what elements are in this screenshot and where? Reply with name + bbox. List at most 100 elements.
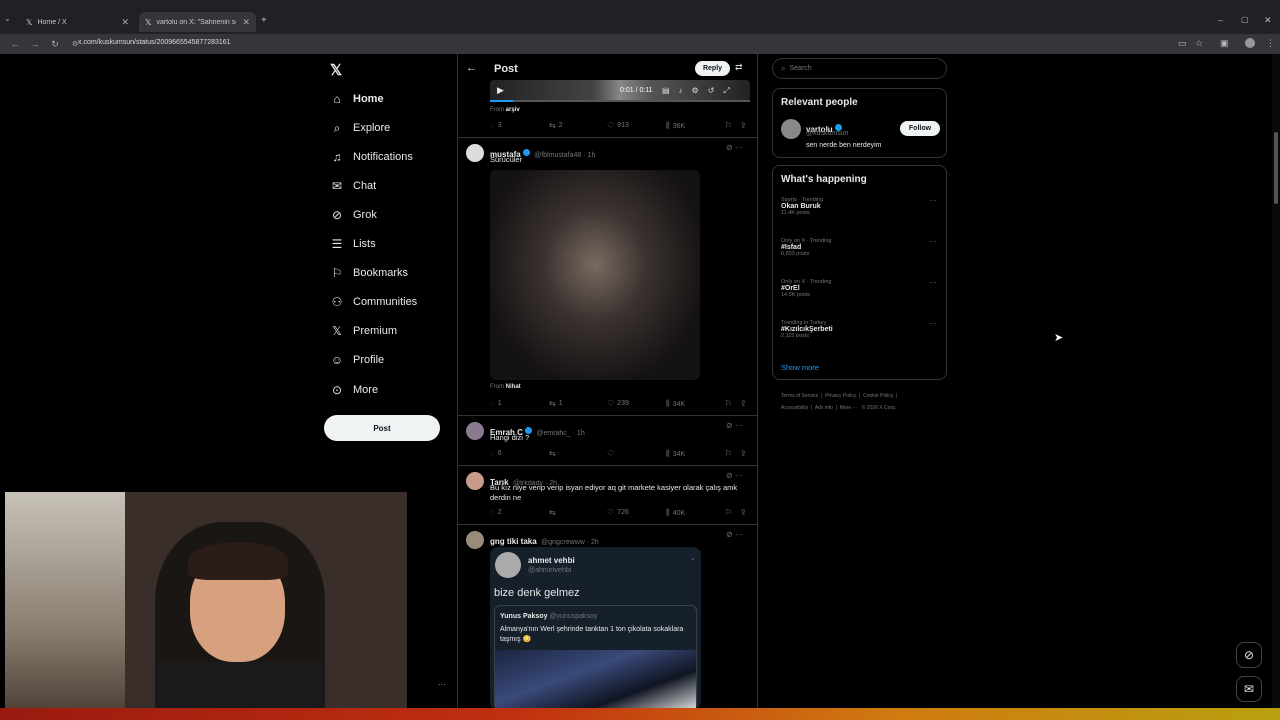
- like-count[interactable]: ♡: [607, 449, 617, 458]
- more-icon[interactable]: ···: [929, 237, 937, 246]
- reply-count[interactable]: ◌ 3: [490, 121, 502, 130]
- sidebar-item-bookmarks[interactable]: ⚐ Bookmarks: [330, 263, 408, 283]
- avatar[interactable]: [466, 472, 484, 490]
- sidebar-item-lists[interactable]: ☰ Lists: [330, 234, 376, 254]
- profile-avatar[interactable]: [1245, 38, 1255, 48]
- bookmark-action[interactable]: ⚐: [725, 449, 735, 458]
- footer-link[interactable]: Terms of Service: [781, 393, 818, 399]
- close-tab-icon[interactable]: ✕: [242, 17, 250, 28]
- grok-float-button[interactable]: ⊘: [1236, 642, 1262, 668]
- extensions-icon[interactable]: ▣: [1220, 38, 1229, 49]
- forward-icon[interactable]: →: [30, 39, 40, 49]
- sidebar-item-notifications[interactable]: ♫ Notifications: [330, 147, 413, 167]
- user-handle[interactable]: @gngcrewww · 2h: [541, 539, 599, 546]
- share-action[interactable]: ⇪: [740, 449, 750, 458]
- footer-link[interactable]: More ···: [840, 405, 858, 411]
- sidebar-item-label: Profile: [353, 354, 385, 366]
- search-input[interactable]: ⌕ Search: [772, 58, 947, 79]
- back-arrow-icon[interactable]: ←: [466, 62, 477, 74]
- sidebar-item-profile[interactable]: ☺ Profile: [330, 350, 384, 370]
- follow-button[interactable]: Follow: [900, 121, 940, 136]
- grok-action-icon[interactable]: ⊘ ···: [726, 530, 743, 539]
- footer-link[interactable]: Accessibility: [781, 405, 808, 411]
- repost-count[interactable]: ⇆: [549, 508, 559, 517]
- more-icon[interactable]: ···: [929, 278, 937, 287]
- reply-count[interactable]: ◌ 2: [490, 508, 502, 517]
- trend-item[interactable]: Sports · Trending Okan Buruk 11.4K posts…: [781, 196, 941, 216]
- grok-action-icon[interactable]: ⊘ ···: [726, 471, 743, 480]
- reply-button[interactable]: Reply: [695, 61, 730, 76]
- video-progress-track[interactable]: [490, 100, 750, 102]
- share-action[interactable]: ⇪: [740, 508, 750, 517]
- scrollbar[interactable]: [1272, 54, 1280, 720]
- trend-item[interactable]: Only on X · Trending #OrEl 14.5K posts ·…: [781, 278, 941, 298]
- bookmark-action[interactable]: ⚐: [725, 121, 735, 130]
- play-icon[interactable]: ▶: [497, 85, 504, 96]
- sidebar-item-home[interactable]: ⌂ Home: [330, 89, 383, 109]
- video-controls[interactable]: ▤♪⚙↺⤢: [662, 86, 739, 96]
- more-icon[interactable]: ···: [929, 319, 937, 328]
- repost-count[interactable]: ⇆ 2: [549, 121, 563, 130]
- reply-count[interactable]: ◌ 6: [490, 449, 502, 458]
- view-count[interactable]: ⫼ 34K: [666, 399, 685, 409]
- reply-image[interactable]: [490, 170, 700, 380]
- user-handle[interactable]: @fblmustafa48 · 1h: [534, 152, 595, 159]
- bookmark-action[interactable]: ⚐: [725, 508, 735, 517]
- show-more-link[interactable]: Show more: [781, 363, 819, 372]
- messages-float-button[interactable]: ✉: [1236, 676, 1262, 702]
- avatar[interactable]: [466, 144, 484, 162]
- like-count[interactable]: ♡ 913: [607, 121, 629, 130]
- share-action[interactable]: ⇪: [740, 121, 750, 130]
- sidebar-item-premium[interactable]: 𝕏 Premium: [330, 321, 397, 341]
- minimize-icon[interactable]: –: [1218, 15, 1223, 25]
- sidebar-item-explore[interactable]: ⌕ Explore: [330, 118, 391, 138]
- bookmark-action[interactable]: ⚐: [725, 399, 735, 408]
- tab-post[interactable]: 𝕏 vartolu on X: "Sahnenin so... ✕: [139, 12, 256, 32]
- share-action[interactable]: ⇪: [740, 399, 750, 408]
- grok-action-icon[interactable]: ⊘ ···: [726, 421, 743, 430]
- avatar[interactable]: [466, 422, 484, 440]
- post-button[interactable]: Post: [324, 415, 440, 441]
- repost-count[interactable]: ⇆ 1: [549, 399, 563, 408]
- reload-icon[interactable]: ↻: [50, 39, 60, 50]
- avatar[interactable]: [781, 119, 801, 139]
- settings-icon[interactable]: ⇄: [735, 62, 743, 73]
- star-icon[interactable]: ☆: [1195, 38, 1203, 49]
- trend-item[interactable]: Trending in Turkey #KızılcıkŞerbeti 2,11…: [781, 319, 941, 339]
- footer-link[interactable]: Ads info: [815, 405, 833, 411]
- sidebar-item-chat[interactable]: ✉ Chat: [330, 176, 376, 196]
- repost-count[interactable]: ⇆: [549, 449, 559, 458]
- sidebar-item-communities[interactable]: ⚇ Communities: [330, 292, 418, 312]
- cast-icon[interactable]: ▭: [1178, 38, 1187, 49]
- view-count[interactable]: ⫼ 40K: [666, 508, 685, 518]
- footer-link[interactable]: Cookie Policy: [863, 393, 893, 399]
- back-icon[interactable]: ←: [10, 39, 20, 49]
- sidebar-item-more[interactable]: ⊙ More: [330, 380, 378, 400]
- tab-home[interactable]: 𝕏 Home / X ✕: [20, 12, 135, 32]
- view-count[interactable]: ⫼ 36K: [666, 121, 685, 131]
- user-name[interactable]: gng tiki taka: [490, 537, 537, 546]
- quoted-tweet-image[interactable]: ahmet vehbi @ahmetvehbi ⌄ bize denk gelm…: [490, 547, 701, 710]
- new-tab-icon[interactable]: +: [261, 15, 267, 26]
- footer-link[interactable]: Privacy Policy: [825, 393, 856, 399]
- x-logo[interactable]: 𝕏: [330, 61, 342, 79]
- account-menu-icon[interactable]: ···: [438, 680, 446, 689]
- trend-item[interactable]: Only on X · Trending #Isfad 6,603 posts …: [781, 237, 941, 257]
- like-count[interactable]: ♡ 726: [607, 508, 629, 517]
- reply-count[interactable]: ◌ 1: [490, 399, 502, 408]
- scrollbar-thumb[interactable]: [1274, 132, 1278, 204]
- menu-icon[interactable]: ⋮: [1266, 38, 1275, 49]
- close-tab-icon[interactable]: ✕: [121, 17, 129, 28]
- avatar[interactable]: [466, 531, 484, 549]
- view-count[interactable]: ⫼ 34K: [666, 449, 685, 459]
- tab-menu-icon[interactable]: ⌄: [4, 14, 11, 23]
- sidebar-item-grok[interactable]: ⊘ Grok: [330, 205, 377, 225]
- url-field[interactable]: x.com/kuskumsun/status/20096655458772831…: [78, 39, 231, 46]
- close-window-icon[interactable]: ✕: [1264, 15, 1272, 26]
- grok-action-icon[interactable]: ⊘ ···: [726, 143, 743, 152]
- more-icon[interactable]: ···: [929, 196, 937, 205]
- like-count[interactable]: ♡ 239: [607, 399, 629, 408]
- maximize-icon[interactable]: ▢: [1241, 15, 1249, 24]
- user-handle[interactable]: @emrahc_ · 1h: [536, 430, 584, 437]
- person-handle[interactable]: @kuskumsun: [806, 130, 849, 137]
